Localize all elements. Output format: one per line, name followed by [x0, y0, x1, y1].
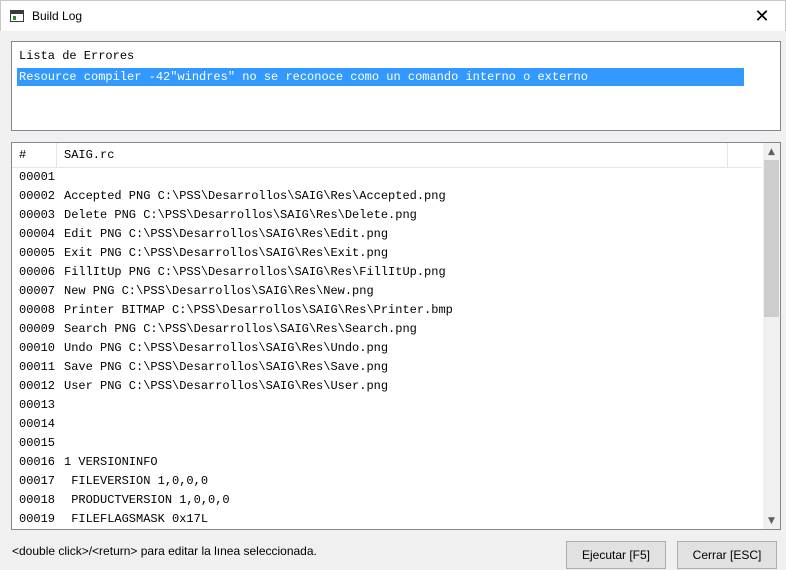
- line-number: 00002: [19, 189, 56, 203]
- source-view[interactable]: # SAIG.rc 00001 00002 Accepted PNG C:\PSS\…: [11, 142, 781, 530]
- line-number: 00018: [19, 493, 56, 507]
- line-number: 00009: [19, 322, 56, 336]
- line-number: 00011: [19, 360, 56, 374]
- line-text: 1 VERSIONINFO: [64, 455, 158, 469]
- chevron-down-icon[interactable]: ▼: [763, 512, 780, 529]
- line-number: 00006: [19, 265, 56, 279]
- line-text: User PNG C:\PSS\Desarrollos\SAIG\Res\Use…: [64, 379, 389, 393]
- line-number: 00015: [19, 436, 56, 450]
- line-number: 00019: [19, 512, 56, 526]
- line-text: Undo PNG C:\PSS\Desarrollos\SAIG\Res\Und…: [64, 341, 389, 355]
- line-text: Printer BITMAP C:\PSS\Desarrollos\SAIG\R…: [64, 303, 453, 317]
- source-line[interactable]: 00005 Exit PNG C:\PSS\Desarrollos\SAIG\Re…: [12, 244, 762, 263]
- line-number: 00007: [19, 284, 56, 298]
- source-line[interactable]: 00009 Search PNG C:\PSS\Desarrollos\SAIG\…: [12, 320, 762, 339]
- app-window-icon: [10, 10, 24, 22]
- source-line[interactable]: 00011 Save PNG C:\PSS\Desarrollos\SAIG\Re…: [12, 358, 762, 377]
- source-line[interactable]: 00006 FillItUp PNG C:\PSS\Desarrollos\SAI…: [12, 263, 762, 282]
- error-list-item[interactable]: Resource compiler -42"windres" no se rec…: [17, 68, 744, 86]
- source-line[interactable]: 00002 Accepted PNG C:\PSS\Desarrollos\SAI…: [12, 187, 762, 206]
- line-text: Edit PNG C:\PSS\Desarrollos\SAIG\Res\Edi…: [64, 227, 389, 241]
- source-line[interactable]: 00001: [12, 168, 762, 187]
- close-icon[interactable]: ✕: [739, 1, 785, 32]
- line-number: 00004: [19, 227, 56, 241]
- source-line[interactable]: 00019 FILEFLAGSMASK 0x17L: [12, 510, 762, 529]
- line-number: 00010: [19, 341, 56, 355]
- source-line[interactable]: 00004 Edit PNG C:\PSS\Desarrollos\SAIG\Re…: [12, 225, 762, 244]
- chevron-up-icon[interactable]: ▲: [763, 143, 780, 160]
- column-header-number[interactable]: #: [19, 143, 57, 168]
- source-line[interactable]: 00010 Undo PNG C:\PSS\Desarrollos\SAIG\Re…: [12, 339, 762, 358]
- line-text: FillItUp PNG C:\PSS\Desarrollos\SAIG\Res…: [64, 265, 446, 279]
- line-text: PRODUCTVERSION 1,0,0,0: [64, 493, 230, 507]
- line-number: 00001: [19, 170, 56, 184]
- line-text: Delete PNG C:\PSS\Desarrollos\SAIG\Res\D…: [64, 208, 417, 222]
- source-line[interactable]: 00017 FILEVERSION 1,0,0,0: [12, 472, 762, 491]
- line-text: Save PNG C:\PSS\Desarrollos\SAIG\Res\Sav…: [64, 360, 389, 374]
- error-list-header: Lista de Errores: [19, 49, 135, 63]
- source-line[interactable]: 00012 User PNG C:\PSS\Desarrollos\SAIG\Re…: [12, 377, 762, 396]
- line-text: FILEFLAGSMASK 0x17L: [64, 512, 209, 526]
- source-line[interactable]: 00015: [12, 434, 762, 453]
- title-bar: Build Log ✕: [0, 0, 786, 31]
- line-number: 00017: [19, 474, 56, 488]
- line-text: Accepted PNG C:\PSS\Desarrollos\SAIG\Res…: [64, 189, 446, 203]
- column-header-file-label: SAIG.rc: [64, 148, 115, 162]
- vertical-scrollbar[interactable]: ▲ ▼: [763, 143, 780, 529]
- line-number: 00013: [19, 398, 56, 412]
- column-header-file[interactable]: SAIG.rc: [64, 143, 728, 168]
- source-header: # SAIG.rc: [12, 143, 762, 168]
- line-text: FILEVERSION 1,0,0,0: [64, 474, 209, 488]
- window-title: Build Log: [32, 9, 83, 23]
- line-text: New PNG C:\PSS\Desarrollos\SAIG\Res\New.…: [64, 284, 374, 298]
- line-number: 00005: [19, 246, 56, 260]
- source-line[interactable]: 00016 1 VERSIONINFO: [12, 453, 762, 472]
- scrollbar-thumb[interactable]: [764, 160, 779, 317]
- source-line[interactable]: 00003 Delete PNG C:\PSS\Desarrollos\SAIG\…: [12, 206, 762, 225]
- close-button[interactable]: Cerrar [ESC]: [677, 541, 777, 569]
- source-line[interactable]: 00008 Printer BITMAP C:\PSS\Desarrollos\S…: [12, 301, 762, 320]
- line-text: Search PNG C:\PSS\Desarrollos\SAIG\Res\S…: [64, 322, 417, 336]
- status-hint: <double click>/<return> para editar la l…: [12, 544, 317, 558]
- line-number: 00008: [19, 303, 56, 317]
- error-list[interactable]: Lista de Errores Resource compiler -42"w…: [11, 41, 781, 131]
- run-button[interactable]: Ejecutar [F5]: [566, 541, 666, 569]
- line-number: 00016: [19, 455, 56, 469]
- line-number: 00003: [19, 208, 56, 222]
- source-line[interactable]: 00014: [12, 415, 762, 434]
- source-line[interactable]: 00007 New PNG C:\PSS\Desarrollos\SAIG\Res…: [12, 282, 762, 301]
- line-number: 00012: [19, 379, 56, 393]
- source-lines: 00001 00002 Accepted PNG C:\PSS\Desarrollo…: [12, 168, 762, 529]
- source-line[interactable]: 00013: [12, 396, 762, 415]
- source-line[interactable]: 00018 PRODUCTVERSION 1,0,0,0: [12, 491, 762, 510]
- line-text: Exit PNG C:\PSS\Desarrollos\SAIG\Res\Exi…: [64, 246, 389, 260]
- line-number: 00014: [19, 417, 56, 431]
